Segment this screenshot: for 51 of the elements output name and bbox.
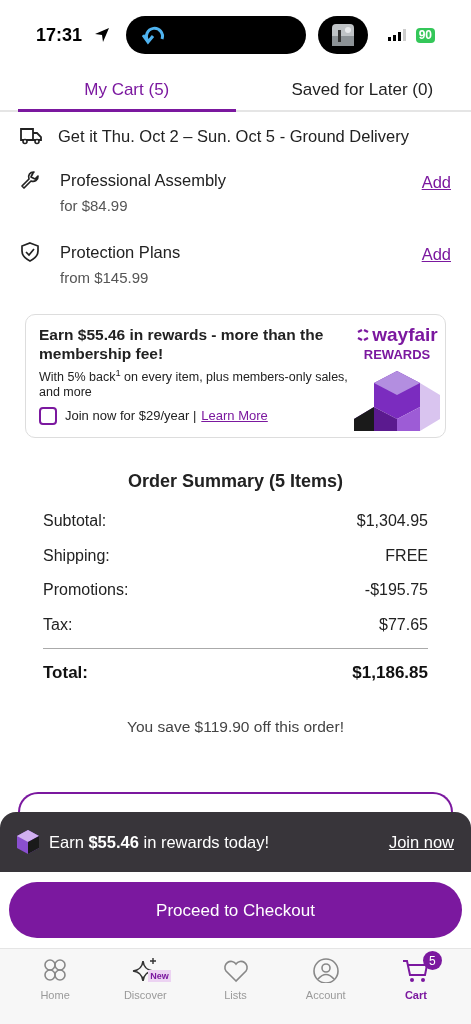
- truck-icon: [20, 127, 42, 145]
- location-arrow-icon: [94, 27, 111, 43]
- service-title: Protection Plans: [60, 242, 182, 263]
- total-value: $1,186.85: [352, 661, 428, 684]
- hexagon-icon: [17, 830, 39, 855]
- summary-value: -$195.75: [364, 580, 428, 601]
- service-title: Professional Assembly: [60, 170, 227, 191]
- nav-label: Home: [40, 988, 70, 1004]
- shield-check-icon: [20, 242, 40, 262]
- savings-message: You save $119.90 off this order!: [126, 717, 345, 737]
- battery-indicator: 90: [415, 27, 435, 43]
- rewards-description: With 5% back$^{1}$ on every item, plus members-only sales, and more: [39, 370, 349, 400]
- join-label: Join now for $29/year |: [65, 407, 197, 425]
- cart-icon: [401, 957, 430, 984]
- checkout-button[interactable]: Proceed to Checkout: [9, 882, 462, 939]
- nav-tab[interactable]: 5 Cart: [370, 950, 461, 1004]
- wrench-icon: [20, 170, 40, 190]
- service-price: for $84.99: [60, 196, 129, 216]
- nav-label: Cart: [404, 988, 427, 1004]
- join-now-link[interactable]: Join now: [388, 829, 454, 855]
- new-badge: New: [148, 970, 171, 983]
- learn-more-link[interactable]: Learn More: [201, 406, 268, 426]
- delivery-estimate: Get it Thu. Oct 2 – Sun. Oct 5 - Ground Delivery: [58, 125, 409, 147]
- summary-label: Promotions:: [43, 580, 129, 601]
- count-badge: 5: [422, 951, 442, 971]
- summary-label: Subtotal:: [43, 511, 107, 532]
- summary-label: Shipping:: [43, 545, 110, 566]
- checkbox[interactable]: [39, 406, 57, 425]
- summary-value: $1,304.95: [356, 511, 428, 532]
- rewards-headline: Earn $55.46 in rewards - more than the membership fee!: [39, 325, 324, 363]
- brand-subtitle: REWARDS: [363, 347, 431, 363]
- logo-mark-icon: [356, 328, 371, 342]
- signal-icon: [387, 29, 408, 41]
- status-time: 17:31: [36, 23, 83, 47]
- rewards-banner-text: Earn $55.46 in rewards today!: [49, 831, 270, 853]
- total-label: Total:: [43, 661, 88, 684]
- summary-value: $77.65: [379, 614, 428, 635]
- summary-label: Tax:: [43, 614, 73, 635]
- service-price: from $145.99: [60, 268, 150, 288]
- summary-value: FREE: [385, 545, 428, 566]
- nav-label: Discover: [123, 988, 167, 1004]
- tab[interactable]: My Cart (5): [18, 70, 236, 112]
- brand-logo: wayfair: [372, 325, 438, 345]
- add-link[interactable]: Add: [421, 242, 451, 267]
- nav-label: Account: [305, 988, 346, 1004]
- nav-tab[interactable]: New Discover: [100, 950, 191, 1004]
- nav-label: Lists: [224, 988, 247, 1004]
- account-icon: [311, 957, 340, 984]
- add-link[interactable]: Add: [421, 170, 451, 195]
- tab[interactable]: Saved for Later (0): [253, 70, 471, 112]
- order-summary-title: Order Summary (5 Items): [126, 470, 345, 493]
